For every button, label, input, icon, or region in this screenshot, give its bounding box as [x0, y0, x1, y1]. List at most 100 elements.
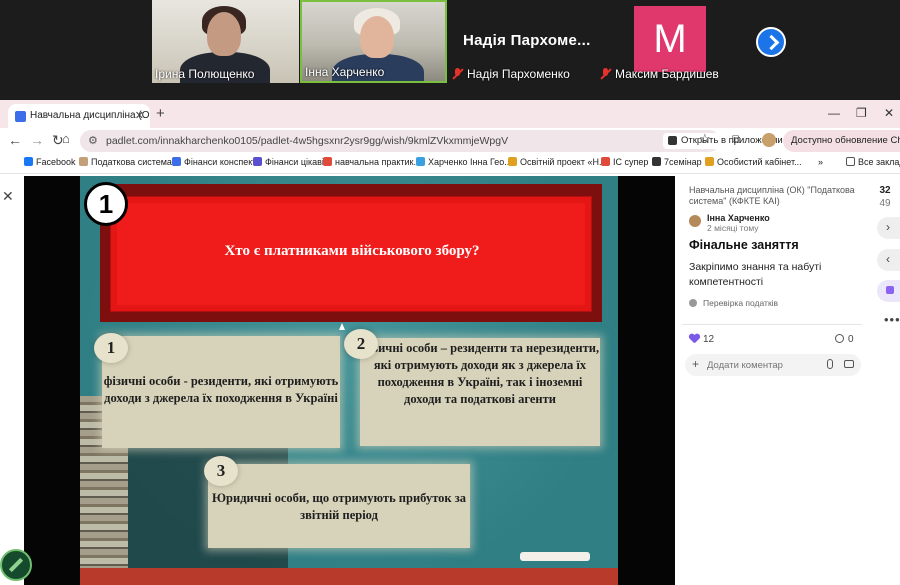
- post-details-panel: Навчальна дисципліна (ОК) "Податкова сис…: [682, 174, 867, 585]
- bookmark-item[interactable]: 7семінар: [652, 157, 702, 167]
- next-post-button[interactable]: ›: [877, 217, 900, 239]
- participant-name: Ірина Полющенко: [155, 67, 255, 81]
- attachment-viewer: 1 Хто є платниками військового збору? фі…: [24, 176, 675, 585]
- cabinet-icon: [705, 157, 714, 166]
- all-bookmarks-folder[interactable]: Все закладки: [846, 157, 900, 167]
- participant-display-name: Надія Пархоме...: [463, 32, 591, 49]
- google-icon: [323, 157, 332, 166]
- breadcrumb[interactable]: Навчальна дисципліна (ОК) "Податкова сис…: [689, 185, 859, 207]
- current-post-number: 32: [879, 185, 891, 196]
- folder-icon: [846, 157, 855, 166]
- mic-muted-icon: [452, 68, 463, 80]
- slide-number-badge: 1: [84, 182, 128, 226]
- bookmark-item[interactable]: Податкова система...: [79, 157, 179, 167]
- browser-window: Навчальна дисципліна (ОК) "П ✕ + — ❐ ✕ ←…: [0, 100, 900, 585]
- bookmark-item[interactable]: навчальна практик...: [323, 157, 421, 167]
- address-bar[interactable]: ⚙ padlet.com/innakharchenko0105/padlet-4…: [80, 130, 789, 152]
- comment-input[interactable]: [707, 358, 817, 372]
- site-info-icon[interactable]: ⚙: [88, 134, 98, 147]
- participant-name: Максим Бардишев: [615, 67, 719, 81]
- bookmark-item[interactable]: Особистий кабінет...: [705, 157, 802, 167]
- extensions-icon[interactable]: ⧉: [732, 132, 741, 147]
- bookmark-item[interactable]: Харченко Інна Гео...: [416, 157, 512, 167]
- previous-post-button[interactable]: ‹: [877, 249, 900, 271]
- comment-box: +: [685, 354, 861, 376]
- bookmark-item[interactable]: Facebook: [24, 157, 76, 167]
- avatar: [689, 215, 701, 227]
- participant-tile-4[interactable]: M Максим Бардишев: [597, 0, 743, 83]
- post-body: Закріпимо знання та набуті компетентност…: [689, 261, 822, 288]
- comment-icon: [835, 334, 844, 343]
- post-title: Фінальне заняття: [689, 238, 799, 252]
- minimize-icon[interactable]: —: [828, 106, 840, 120]
- pencil-icon[interactable]: [0, 549, 32, 581]
- bookmark-icon: [601, 157, 610, 166]
- close-tab-icon[interactable]: ✕: [135, 109, 144, 122]
- more-options-icon[interactable]: •••: [884, 312, 900, 327]
- tab-bar: Навчальна дисципліна (ОК) "П ✕ + — ❐ ✕: [0, 100, 900, 128]
- participant-tile-3[interactable]: Надія Пархоме... Надія Пархоменко: [449, 0, 595, 83]
- answer-card-1: фізичні особи - резиденти, які отримують…: [102, 336, 340, 448]
- ai-assist-button[interactable]: [877, 280, 900, 302]
- answer-number-2: 2: [344, 329, 378, 359]
- close-post-icon[interactable]: ✕: [2, 188, 14, 205]
- question-box: Хто є платниками військового збору?: [110, 196, 592, 312]
- facebook-icon: [24, 157, 33, 166]
- mouse-cursor-icon: [339, 323, 345, 330]
- back-icon[interactable]: ←: [8, 132, 22, 148]
- participant-tile-1[interactable]: Ірина Полющенко: [152, 0, 299, 83]
- profile-avatar[interactable]: [762, 133, 776, 147]
- section-icon: [689, 299, 697, 307]
- question-text: Хто є платниками військового збору?: [224, 243, 480, 259]
- bookmark-icon: [652, 157, 661, 166]
- new-tab-icon[interactable]: +: [156, 105, 165, 122]
- participant-tile-2-active-speaker[interactable]: Інна Харченко: [300, 0, 447, 83]
- comments-count[interactable]: 0: [835, 334, 854, 345]
- total-posts: 49: [879, 198, 891, 209]
- close-window-icon[interactable]: ✕: [884, 106, 894, 120]
- presentation-slide: 1 Хто є платниками військового збору? фі…: [80, 176, 618, 585]
- video-call-strip: Ірина Полющенко Інна Харченко Надія Парх…: [0, 0, 900, 100]
- bookmark-item[interactable]: Фінанси конспект: [172, 157, 256, 167]
- bookmark-item[interactable]: ІС супер: [601, 157, 648, 167]
- mic-muted-icon: [600, 68, 611, 80]
- bookmark-icon: [79, 157, 88, 166]
- padlet-content: ✕ 1 Хто є платниками військового збору? …: [0, 174, 900, 585]
- like-button[interactable]: 12: [689, 334, 714, 345]
- bookmarks-bar: Facebook Податкова система... Фінанси ко…: [0, 154, 900, 174]
- post-section-tag[interactable]: Перевірка податків: [689, 298, 778, 308]
- add-attachment-icon[interactable]: +: [692, 357, 699, 371]
- more-bookmarks-icon[interactable]: »: [818, 157, 823, 167]
- video-icon[interactable]: [844, 360, 854, 368]
- doc-icon: [172, 157, 181, 166]
- participant-name: Надія Пархоменко: [467, 67, 570, 81]
- url-text[interactable]: padlet.com/innakharchenko0105/padlet-4w5…: [106, 135, 508, 147]
- project-icon: [508, 157, 517, 166]
- answer-number-1: 1: [94, 333, 128, 363]
- post-navigation-rail: 32 49 › ‹ •••: [870, 174, 900, 585]
- desk-edge: [80, 568, 618, 585]
- heart-icon: [689, 334, 699, 343]
- bookmark-item[interactable]: Освітній проект «Н...: [508, 157, 606, 167]
- microphone-icon[interactable]: [827, 359, 833, 369]
- answer-card-3: Юридичні особи, що отримують прибуток за…: [208, 464, 470, 548]
- chrome-update-button[interactable]: Доступно обновление Chrome: [783, 130, 900, 152]
- restore-icon[interactable]: ❐: [856, 106, 867, 120]
- padlet-favicon-icon: [15, 111, 26, 122]
- forms-icon: [253, 157, 262, 166]
- home-icon[interactable]: ⌂: [62, 131, 70, 146]
- bookmark-item[interactable]: Фінанси цікаві: [253, 157, 324, 167]
- address-row: ← → ↻ ⌂ ⚙ padlet.com/innakharchenko0105/…: [0, 128, 900, 154]
- participant-name: Інна Харченко: [305, 65, 385, 79]
- bookmark-star-icon[interactable]: ☆: [699, 131, 711, 147]
- chalk-decoration: [520, 552, 590, 561]
- avatar: M: [634, 6, 706, 72]
- answer-number-3: 3: [204, 456, 238, 486]
- snowflake-icon: [416, 157, 425, 166]
- divider: [682, 324, 862, 325]
- forward-icon[interactable]: →: [30, 132, 44, 148]
- author-name: Інна Харченко: [707, 213, 770, 223]
- next-participants-button[interactable]: [756, 27, 786, 57]
- post-time: 2 місяці тому: [707, 223, 759, 233]
- tab-padlet[interactable]: Навчальна дисципліна (ОК) "П ✕: [8, 104, 150, 128]
